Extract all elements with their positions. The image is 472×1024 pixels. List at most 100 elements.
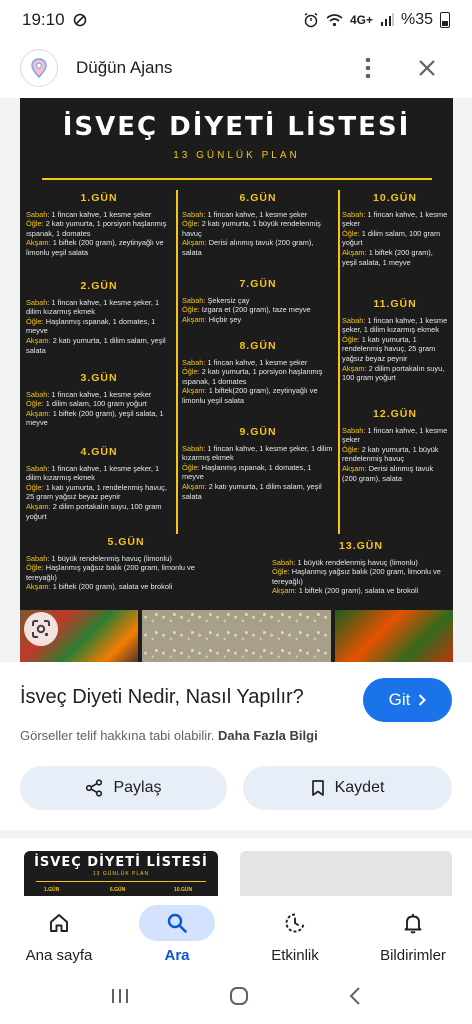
chevron-right-icon	[419, 694, 427, 706]
status-time: 19:10	[22, 10, 65, 29]
meal-time: Akşam:	[26, 408, 51, 418]
nav-notifications[interactable]: Bildirimler	[354, 896, 472, 972]
meal-line: Sabah: 1 fincan kahve, 1 kesme şeker, 1 …	[182, 444, 334, 463]
meal-line: Sabah: 1 fincan kahve, 1 kesme şeker	[342, 210, 448, 229]
meal-time: Öğle:	[26, 482, 44, 492]
site-name[interactable]: Düğün Ajans	[76, 58, 172, 78]
battery-percent: %35	[400, 11, 433, 28]
meal-time: Öğle:	[182, 305, 200, 315]
nav-activity[interactable]: Etkinlik	[236, 896, 354, 972]
meal-line: Akşam: 1 biftek (200 gram), salata ve br…	[26, 582, 226, 592]
go-button[interactable]: Git	[363, 678, 452, 722]
meal-time: Sabah:	[342, 209, 366, 219]
meal-time: Sabah:	[342, 425, 366, 435]
home-circle-icon	[229, 986, 248, 1005]
go-label: Git	[388, 690, 411, 709]
back-button[interactable]	[348, 986, 362, 1011]
meal-line: Sabah: 1 fincan kahve, 1 kesme şeker, 1 …	[26, 298, 172, 317]
meal-time: Akşam:	[26, 335, 51, 345]
meal-line: Akşam: Derisi alınmış tavuk (200 gram), …	[182, 238, 334, 257]
signal-icon	[380, 13, 394, 26]
meal-line: Sabah: 1 fincan kahve, 1 kesme şeker	[182, 210, 334, 220]
meal-text: 1 biftek (200 gram), salata ve brokoli	[50, 582, 173, 592]
meal-time: Öğle:	[182, 219, 200, 229]
meal-time: Akşam:	[342, 247, 367, 257]
column-divider	[338, 190, 340, 534]
meal-line: Akşam: 2 dilim portakalın suyu, 100 gram…	[342, 364, 448, 383]
meal-text: 1 fincan kahve, 1 kesme şeker	[205, 357, 308, 367]
alarm-icon	[304, 12, 318, 28]
meal-text: 2 katı yumurta, 1 porsiyon haşlanmış ısp…	[26, 219, 167, 238]
back-icon	[349, 986, 361, 1005]
meal-line: Sabah: 1 fincan kahve, 1 kesme şeker, 1 …	[342, 316, 448, 335]
copyright-notice: Görseller telif hakkına tabi olabilir. D…	[20, 728, 318, 743]
meal-line: Akşam: 2 katı yumurta, 1 dilim salam, ye…	[182, 482, 334, 501]
meal-line: Öğle: 1 katı yumurta, 1 rendelenmiş havu…	[26, 483, 172, 502]
meal-line: Öğle: Haşlanmış ıspanak, 1 domates, 1 me…	[26, 317, 172, 336]
save-button[interactable]: Kaydet	[243, 766, 452, 810]
meal-time: Öğle:	[26, 219, 44, 229]
poster-divider	[42, 178, 432, 180]
day-block: 12.GÜN Sabah: 1 fincan kahve, 1 kesme şek…	[342, 409, 448, 483]
nav-icon-container	[139, 904, 215, 941]
meal-line: Sabah: 1 büyük rendelenmiş havuç (limonl…	[272, 558, 450, 568]
meal-line: Akşam: 1 biftek (200 gram), salata ve br…	[272, 586, 450, 596]
result-header: Düğün Ajans	[0, 42, 472, 94]
meal-text: Haşlanmış ıspanak, 1 domates, 1 meyve	[26, 316, 156, 336]
related-day-label: 1.GÜN	[44, 887, 60, 893]
meal-time: Öğle:	[272, 567, 290, 577]
result-title[interactable]: İsveç Diyeti Nedir, Nasıl Yapılır?	[20, 686, 304, 709]
wifi-icon	[326, 14, 343, 27]
nav-search[interactable]: Ara	[118, 896, 236, 972]
meal-line: Akşam: 1 biftek (200 gram), zeytinyağlı …	[26, 238, 172, 257]
share-button[interactable]: Paylaş	[20, 766, 227, 810]
close-icon	[419, 60, 435, 76]
nav-home-label: Ana sayfa	[25, 946, 93, 964]
day-title: 2.GÜN	[80, 280, 118, 292]
related-title: İSVEÇ DİYETİ LİSTESİ	[34, 855, 208, 870]
bottom-navigation: Ana sayfa Ara Etkinlik Bildirimler	[0, 896, 472, 972]
close-button[interactable]	[413, 54, 441, 82]
nav-home[interactable]: Ana sayfa	[0, 896, 118, 972]
meal-time: Sabah:	[182, 209, 206, 219]
meal-text: 2 katı yumurta, 1 porsiyon haşlanmış ısp…	[182, 367, 323, 386]
related-day-label: 6.GÜN	[110, 887, 126, 893]
more-options-button[interactable]	[354, 54, 382, 82]
meal-time: Akşam:	[26, 238, 51, 248]
meal-text: 2 katı yumurta, 1 büyük rendelenmiş havu…	[182, 219, 321, 238]
meal-time: Akşam:	[26, 582, 51, 592]
site-logo[interactable]	[20, 49, 58, 87]
search-icon	[167, 913, 187, 933]
meal-line: Öğle: Haşlanmış ıspanak, 1 domates, 1 me…	[182, 463, 334, 482]
nav-icon-container	[21, 905, 97, 941]
recent-apps-button[interactable]	[110, 987, 130, 1010]
battery-icon	[440, 12, 450, 28]
meal-time: Sabah:	[26, 463, 50, 473]
system-navigation-bar	[0, 972, 472, 1024]
meal-time: Sabah:	[26, 553, 50, 563]
day-title: 5.GÜN	[107, 536, 145, 548]
meal-line: Sabah: Şekersiz çay	[182, 296, 334, 306]
column-divider	[176, 190, 178, 534]
poster-title: İSVEÇ DİYETİ LİSTESİ	[62, 112, 411, 142]
day-block: 10.GÜN Sabah: 1 fincan kahve, 1 kesme şek…	[342, 193, 448, 267]
recent-apps-icon	[111, 988, 128, 1003]
save-label: Kaydet	[334, 779, 385, 796]
food-photos	[20, 610, 453, 662]
home-system-button[interactable]	[229, 986, 249, 1011]
lens-button[interactable]	[24, 612, 58, 646]
diet-poster-image: İSVEÇ DİYETİ LİSTESİ 13 GÜNLÜK PLAN 1.GÜ…	[20, 98, 453, 662]
status-bar: 19:10 4G+ %35	[0, 0, 472, 40]
meal-text: 1 fincan kahve, 1 kesme şeker	[205, 209, 308, 219]
meal-line: Öğle: Haşlanmış yağsız balık (200 gram, …	[272, 567, 450, 586]
activity-icon	[285, 913, 305, 932]
meal-time: Sabah:	[26, 297, 50, 307]
meal-line: Sabah: 1 büyük rendelenmiş havuç (limonl…	[26, 554, 226, 564]
more-info-link[interactable]: Daha Fazla Bilgi	[218, 728, 318, 743]
day-block: 2.GÜN Sabah: 1 fincan kahve, 1 kesme şeke…	[26, 280, 172, 355]
image-preview[interactable]: İSVEÇ DİYETİ LİSTESİ 13 GÜNLÜK PLAN 1.GÜ…	[0, 98, 472, 662]
meal-line: Akşam: Derisi alınmış tavuk (200 gram), …	[342, 464, 448, 483]
meal-time: Sabah:	[182, 357, 206, 367]
related-image-1[interactable]: İSVEÇ DİYETİ LİSTESİ 13 GÜNLÜK PLAN 1.GÜ…	[24, 851, 218, 898]
related-image-2[interactable]	[240, 851, 452, 898]
